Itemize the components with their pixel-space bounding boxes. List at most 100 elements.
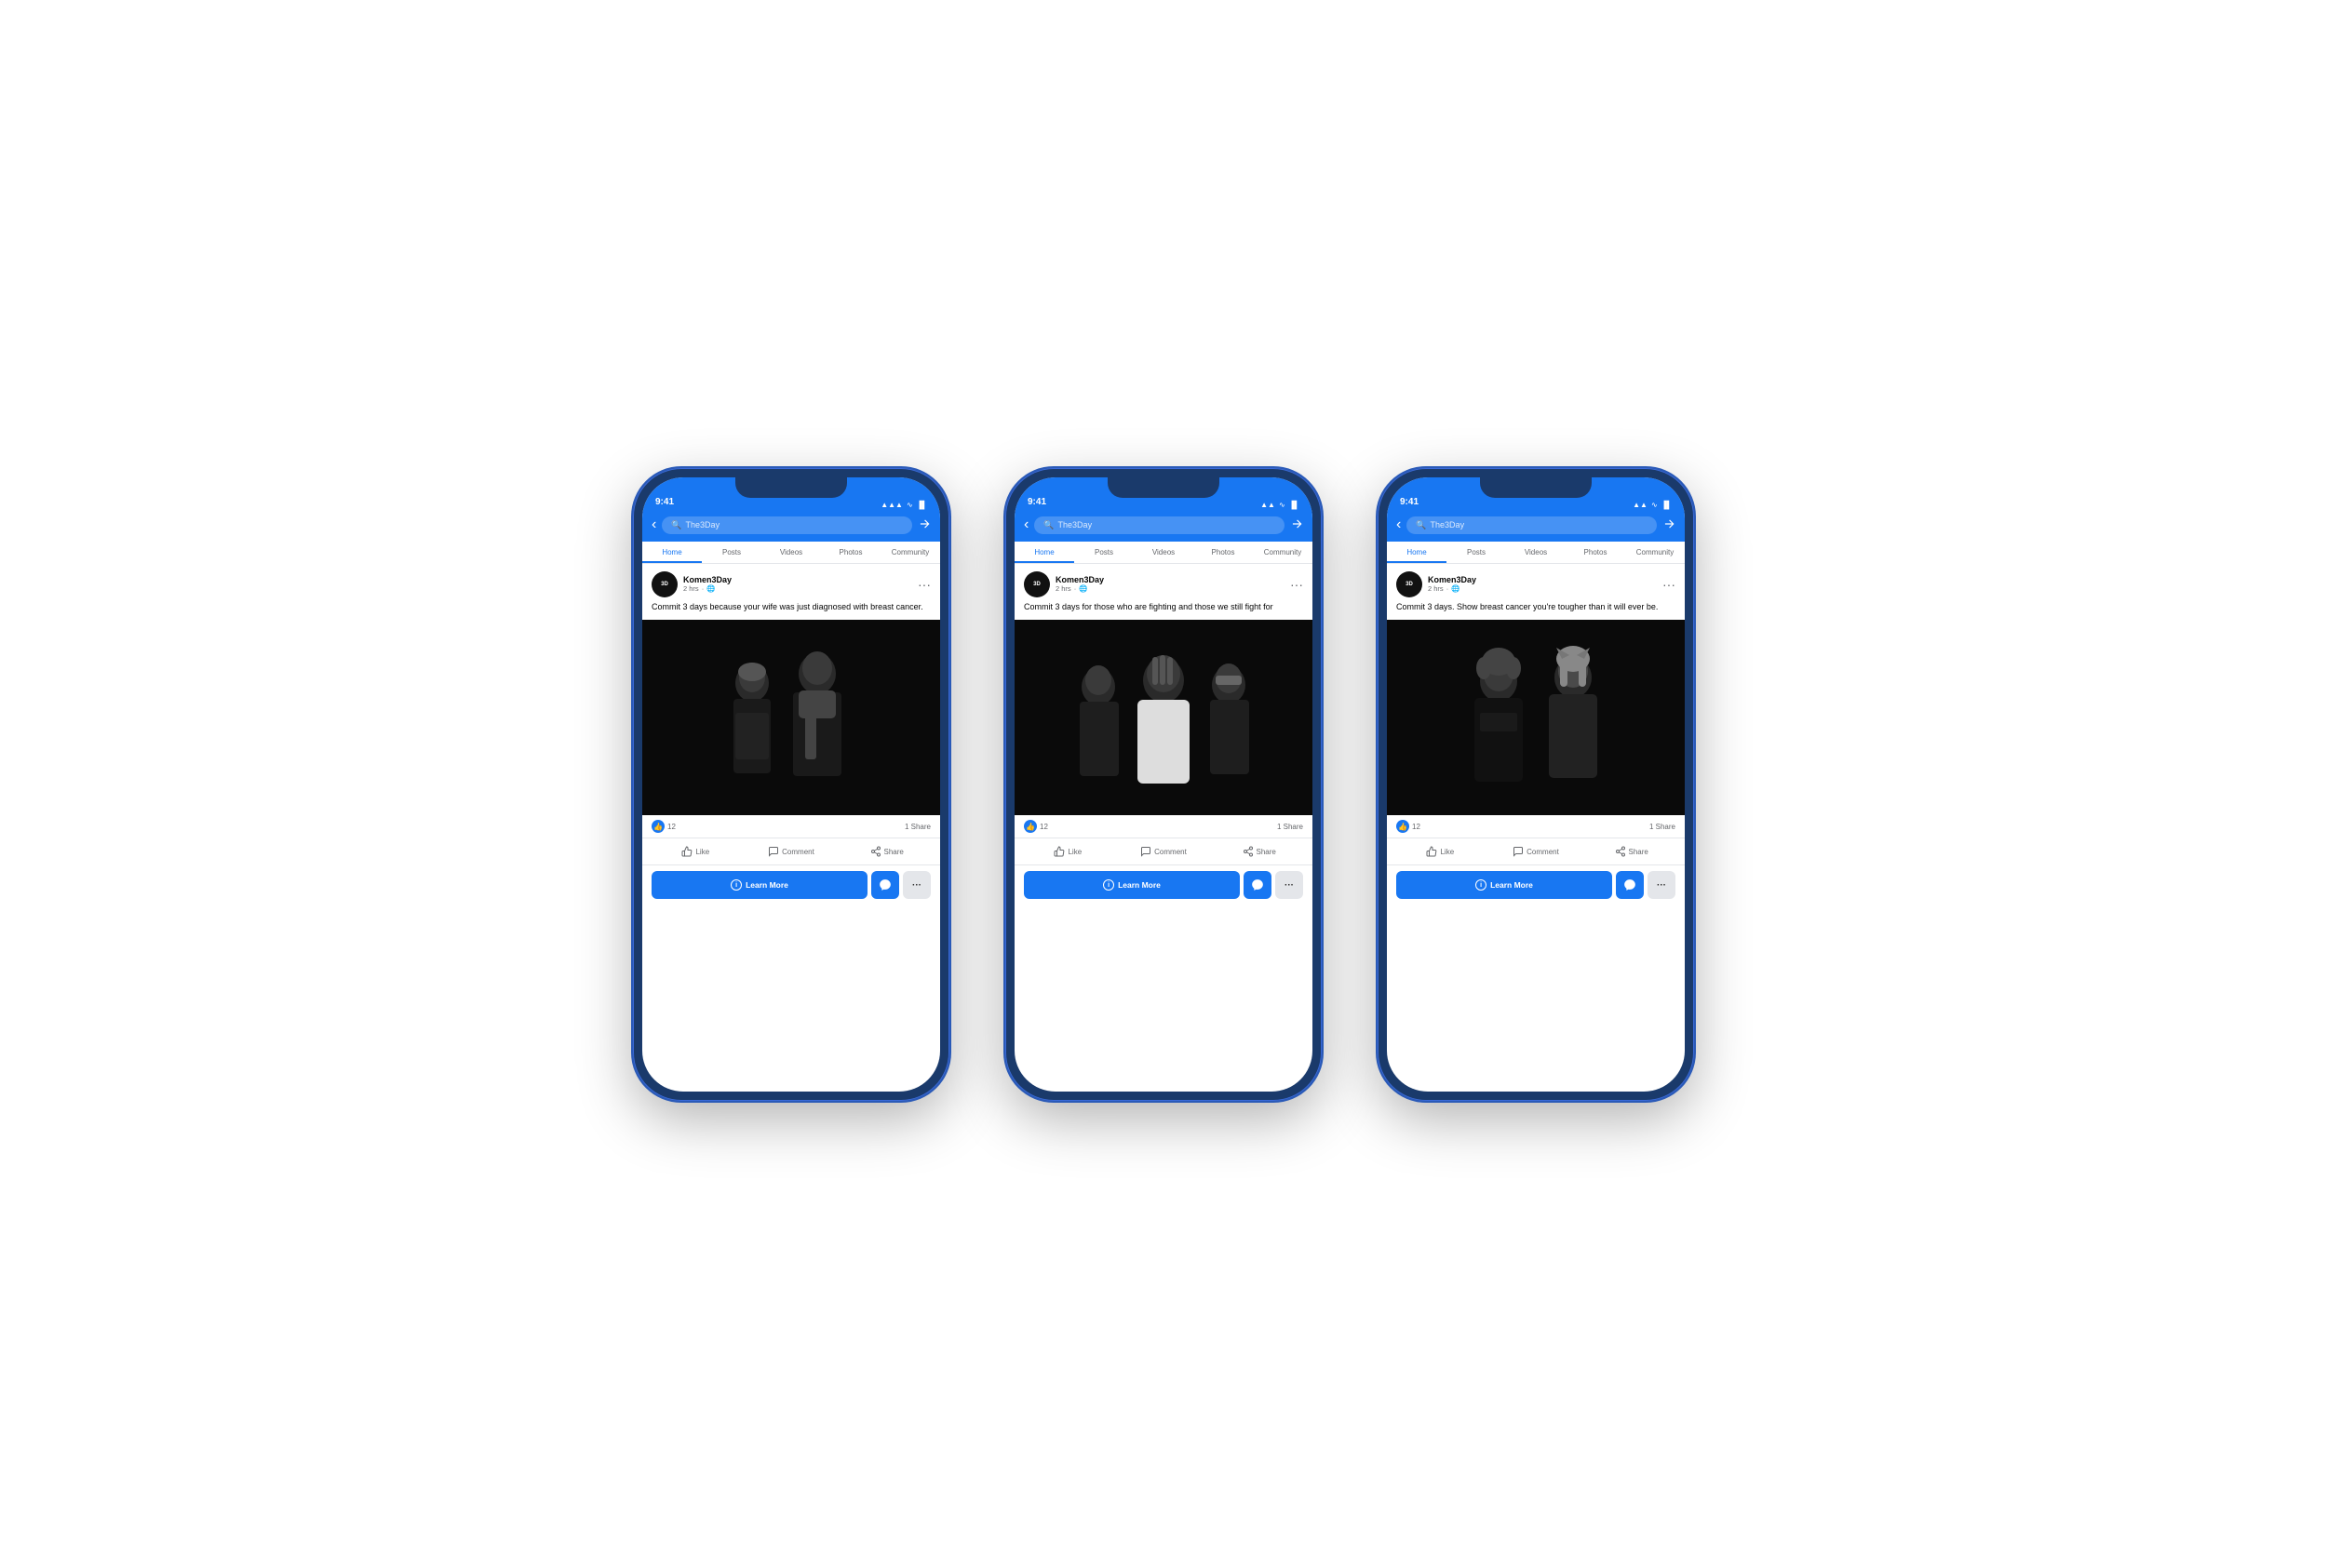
phone-3-nav-photos[interactable]: Photos [1566, 542, 1625, 563]
phone-3-like-emoji: 👍 [1396, 820, 1409, 833]
battery-icon: ▐▌ [917, 501, 927, 509]
phone-1-search-icon: 🔍 [671, 520, 681, 530]
phone-2-more-button[interactable]: ··· [1290, 577, 1303, 592]
phone-1-messenger-button[interactable] [871, 871, 899, 899]
phone-1-privacy-icon: 🌐 [706, 584, 715, 593]
phone-2-comment-button[interactable]: Comment [1116, 842, 1212, 861]
phone-1-nav-photos[interactable]: Photos [821, 542, 881, 563]
phone-1: 9:41 ▲▲▲ ∿ ▐▌ ‹ 🔍 The3Day [633, 468, 949, 1101]
phone-2-avatar: 3D [1024, 571, 1050, 597]
phone-3-nav-community[interactable]: Community [1625, 542, 1685, 563]
phone-1-post-time: 2 hrs · 🌐 [683, 584, 912, 593]
phone-2-privacy-icon: 🌐 [1079, 584, 1087, 593]
phone-1-fb-searchbar: ‹ 🔍 The3Day [642, 513, 940, 542]
phone-2-post-meta: Komen3Day 2 hrs · 🌐 [1056, 575, 1285, 593]
phone-2-avatar-logo: 3D [1033, 582, 1041, 587]
phone-3-share-button[interactable] [1662, 517, 1675, 533]
phone-2-post-image [1015, 620, 1312, 815]
phone-3-post-image [1387, 620, 1685, 815]
phone-1-search-input[interactable]: 🔍 The3Day [662, 516, 912, 534]
phone-3: 9:41 ▲▲ ∿ ▐▌ ‹ 🔍 The3Day Home [1378, 468, 1694, 1101]
phone-2-info-icon: i [1103, 879, 1114, 891]
phone-3-nav-posts[interactable]: Posts [1446, 542, 1506, 563]
phone-3-more-button[interactable]: ··· [1662, 577, 1675, 592]
phone-3-cta-bar: i Learn More ··· [1387, 865, 1685, 905]
phone-2-nav: Home Posts Videos Photos Community [1015, 542, 1312, 564]
battery-icon: ▐▌ [1661, 501, 1672, 509]
phone-3-search-icon: 🔍 [1416, 520, 1426, 530]
phone-2-nav-videos[interactable]: Videos [1134, 542, 1193, 563]
phone-2-share-button[interactable] [1290, 517, 1303, 533]
phone-2-like-emoji: 👍 [1024, 820, 1037, 833]
wifi-icon: ∿ [1651, 501, 1658, 509]
phone-2-reactions-bar: 👍 12 1 Share [1015, 815, 1312, 838]
phone-1-like-emoji: 👍 [652, 820, 665, 833]
phone-2-post-text: Commit 3 days for those who are fighting… [1015, 601, 1312, 621]
signal-icon: ▲▲ [1633, 501, 1648, 509]
phone-3-search-text: The3Day [1431, 520, 1465, 529]
phone-2: 9:41 ▲▲ ∿ ▐▌ ‹ 🔍 The3Day Home [1005, 468, 1322, 1101]
phone-1-info-icon: i [731, 879, 742, 891]
phone-1-notch [735, 477, 847, 498]
phone-3-more-cta-button[interactable]: ··· [1648, 871, 1675, 899]
phone-1-account-name: Komen3Day [683, 575, 912, 584]
phone-2-reaction-count: 👍 12 [1024, 820, 1048, 833]
phone-3-messenger-button[interactable] [1616, 871, 1644, 899]
phone-3-nav-home[interactable]: Home [1387, 542, 1446, 563]
phone-3-comment-button[interactable]: Comment [1488, 842, 1584, 861]
phone-1-more-button[interactable]: ··· [918, 577, 931, 592]
phone-1-share-action-button[interactable]: Share [839, 842, 935, 861]
phone-3-search-input[interactable]: 🔍 The3Day [1406, 516, 1657, 534]
wifi-icon: ∿ [1279, 501, 1285, 509]
phone-1-back-button[interactable]: ‹ [652, 516, 656, 533]
phone-3-avatar-logo: 3D [1406, 582, 1413, 587]
phone-3-like-button[interactable]: Like [1392, 842, 1488, 861]
phone-1-nav-community[interactable]: Community [881, 542, 940, 563]
phone-2-screen: 9:41 ▲▲ ∿ ▐▌ ‹ 🔍 The3Day Home [1015, 477, 1312, 1092]
wifi-icon: ∿ [907, 501, 913, 509]
phone-2-share-action-button[interactable]: Share [1211, 842, 1307, 861]
phone-3-share-action-button[interactable]: Share [1583, 842, 1679, 861]
phone-1-learn-more-button[interactable]: i Learn More [652, 871, 868, 899]
phone-3-learn-more-button[interactable]: i Learn More [1396, 871, 1612, 899]
scene: 9:41 ▲▲▲ ∿ ▐▌ ‹ 🔍 The3Day [0, 0, 2327, 1568]
phone-1-nav-videos[interactable]: Videos [761, 542, 821, 563]
phone-2-post: 3D Komen3Day 2 hrs · 🌐 ··· Commit 3 days… [1015, 564, 1312, 905]
phone-1-nav-posts[interactable]: Posts [702, 542, 761, 563]
phone-1-screen: 9:41 ▲▲▲ ∿ ▐▌ ‹ 🔍 The3Day [642, 477, 940, 1092]
phone-2-time: 9:41 [1028, 497, 1046, 509]
phone-2-notch [1108, 477, 1219, 498]
phone-1-nav-home[interactable]: Home [642, 542, 702, 563]
phone-3-nav-videos[interactable]: Videos [1506, 542, 1566, 563]
phone-1-avatar-logo: 3D [661, 582, 668, 587]
phone-2-nav-community[interactable]: Community [1253, 542, 1312, 563]
phone-2-search-input[interactable]: 🔍 The3Day [1034, 516, 1285, 534]
phone-2-action-buttons: Like Comment Share [1015, 838, 1312, 865]
phone-3-post-time: 2 hrs · 🌐 [1428, 584, 1657, 593]
phone-1-more-cta-button[interactable]: ··· [903, 871, 931, 899]
phone-3-back-button[interactable]: ‹ [1396, 516, 1401, 533]
phone-2-post-header: 3D Komen3Day 2 hrs · 🌐 ··· [1015, 564, 1312, 601]
phone-2-messenger-button[interactable] [1244, 871, 1271, 899]
phone-3-reactions-bar: 👍 12 1 Share [1387, 815, 1685, 838]
phone-2-like-button[interactable]: Like [1020, 842, 1116, 861]
phone-2-nav-posts[interactable]: Posts [1074, 542, 1134, 563]
phone-1-reactions-bar: 👍 12 1 Share [642, 815, 940, 838]
phone-3-avatar: 3D [1396, 571, 1422, 597]
phone-3-nav: Home Posts Videos Photos Community [1387, 542, 1685, 564]
phone-2-more-cta-button[interactable]: ··· [1275, 871, 1303, 899]
phone-2-cta-bar: i Learn More ··· [1015, 865, 1312, 905]
phone-1-action-buttons: Like Comment Share [642, 838, 940, 865]
phone-2-learn-more-button[interactable]: i Learn More [1024, 871, 1240, 899]
phone-1-reaction-count: 👍 12 [652, 820, 676, 833]
phone-3-notch [1480, 477, 1592, 498]
phone-2-nav-photos[interactable]: Photos [1193, 542, 1253, 563]
battery-icon: ▐▌ [1289, 501, 1299, 509]
phone-2-post-time: 2 hrs · 🌐 [1056, 584, 1285, 593]
phone-2-back-button[interactable]: ‹ [1024, 516, 1029, 533]
phone-1-like-button[interactable]: Like [648, 842, 744, 861]
phone-2-nav-home[interactable]: Home [1015, 542, 1074, 563]
phone-1-post-header: 3D Komen3Day 2 hrs · 🌐 ··· [642, 564, 940, 601]
phone-1-comment-button[interactable]: Comment [744, 842, 840, 861]
phone-1-share-button[interactable] [918, 517, 931, 533]
